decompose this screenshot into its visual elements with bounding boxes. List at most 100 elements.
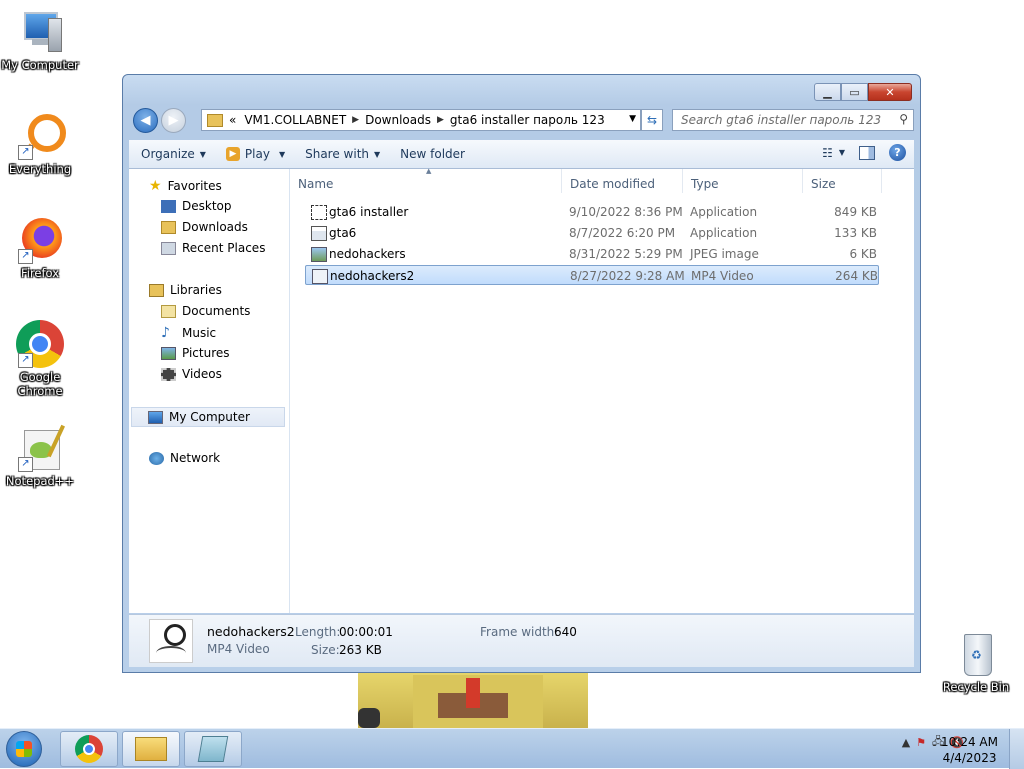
taskbar-explorer-button[interactable] xyxy=(122,731,180,767)
videos-icon xyxy=(161,367,176,381)
explorer-window[interactable]: ▁ ▭ ✕ ◀ ▶ « VM1.COLLABNET ▶ Downloads ▶ … xyxy=(122,74,921,673)
breadcrumb-separator-icon[interactable]: ▶ xyxy=(437,115,444,125)
nav-downloads[interactable]: Downloads xyxy=(161,220,248,234)
nav-music[interactable]: ♪ Music xyxy=(161,325,216,341)
desktop-icon-firefox[interactable]: ↗ Firefox xyxy=(0,216,80,280)
breadcrumb-item[interactable]: Downloads xyxy=(365,113,431,127)
column-header-label: Type xyxy=(691,177,719,191)
desktop-icon-my-computer[interactable]: My Computer xyxy=(0,8,80,72)
address-bar[interactable]: « VM1.COLLABNET ▶ Downloads ▶ gta6 insta… xyxy=(201,109,641,131)
details-pane: nedohackers2 MP4 Video Length: 00:00:01 … xyxy=(129,614,914,667)
file-name: nedohackers xyxy=(329,247,406,261)
application-icon xyxy=(311,205,327,220)
windows-logo-icon xyxy=(16,741,32,757)
breadcrumb-item[interactable]: gta6 installer пароль 123 xyxy=(450,113,605,127)
maximize-button[interactable]: ▭ xyxy=(841,83,868,101)
nav-network[interactable]: Network xyxy=(149,451,220,465)
organize-button[interactable]: Organize ▼ xyxy=(141,147,206,161)
nav-label: Network xyxy=(170,451,221,465)
share-with-label: Share with xyxy=(305,147,370,161)
nav-desktop[interactable]: Desktop xyxy=(161,199,232,213)
show-desktop-button[interactable] xyxy=(1009,729,1024,769)
desktop-icon-notepad-plus-plus[interactable]: ↗ Notepad++ xyxy=(0,424,80,488)
shortcut-arrow-icon: ↗ xyxy=(18,145,33,160)
play-label: Play xyxy=(244,147,270,161)
column-header-type[interactable]: Type xyxy=(683,169,803,193)
star-icon: ★ xyxy=(149,178,162,194)
file-row[interactable]: nedohackers 8/31/2022 5:29 PM JPEG image… xyxy=(305,244,879,264)
nav-libraries[interactable]: Libraries xyxy=(149,283,222,297)
column-header-label: Date modified xyxy=(570,177,656,191)
details-view-icon: ☷ xyxy=(822,145,833,160)
column-header-date[interactable]: Date modified xyxy=(562,169,683,193)
file-row[interactable]: gta6 installer 9/10/2022 8:36 PM Applica… xyxy=(305,202,879,222)
file-size: 6 KB xyxy=(849,247,877,261)
wallpaper-image xyxy=(358,673,588,728)
taskbar-chrome-button[interactable] xyxy=(60,731,118,767)
desktop-icon-recycle-bin[interactable]: ♻ Recycle Bin xyxy=(936,630,1016,694)
breadcrumb-separator-icon[interactable]: ▶ xyxy=(352,115,359,125)
nav-pictures[interactable]: Pictures xyxy=(161,346,230,360)
content-area: ★ Favorites Desktop Downloads Recent Plac… xyxy=(129,167,914,613)
search-input[interactable]: Search gta6 installer пароль 123 ⚲ xyxy=(672,109,914,131)
start-button[interactable] xyxy=(6,731,42,767)
back-button[interactable]: ◀ xyxy=(133,108,158,133)
nav-label: My Computer xyxy=(169,410,250,424)
close-button[interactable]: ✕ xyxy=(868,83,912,101)
desktop-icon-google-chrome[interactable]: ↗ Google Chrome xyxy=(0,320,80,398)
file-type: MP4 Video xyxy=(691,269,754,283)
nav-videos[interactable]: Videos xyxy=(161,367,222,381)
show-hidden-icons-button[interactable]: ▲ xyxy=(902,736,910,749)
chrome-icon xyxy=(75,735,103,763)
nav-documents[interactable]: Documents xyxy=(161,304,250,318)
help-icon[interactable]: ? xyxy=(889,144,906,161)
column-header-name[interactable]: Name ▲ xyxy=(290,167,562,193)
nav-label: Libraries xyxy=(170,283,222,297)
chevron-down-icon: ▼ xyxy=(278,149,286,159)
column-header-label: Size xyxy=(811,177,836,191)
details-size-value: 263 KB xyxy=(339,643,382,657)
network-globe-icon xyxy=(149,451,164,465)
breadcrumb-overflow[interactable]: « xyxy=(229,113,236,127)
desktop-icon-label: Google Chrome xyxy=(17,370,63,398)
forward-button[interactable]: ▶ xyxy=(161,108,186,133)
mp4-video-icon xyxy=(312,269,328,284)
nav-label: Recent Places xyxy=(182,241,266,255)
file-row-selected[interactable]: nedohackers2 8/27/2022 9:28 AM MP4 Video… xyxy=(305,265,879,285)
action-center-flag-icon[interactable]: ⚑ xyxy=(916,736,926,749)
address-dropdown-icon[interactable]: ▼ xyxy=(629,114,636,124)
column-header-size[interactable]: Size xyxy=(803,169,882,193)
view-options-button[interactable]: ☷ ▼ xyxy=(822,146,845,160)
notepad-plus-plus-icon: ↗ xyxy=(16,424,65,472)
minimize-button[interactable]: ▁ xyxy=(814,83,841,101)
refresh-button[interactable]: ⇆ xyxy=(641,109,663,131)
navigation-pane[interactable]: ★ Favorites Desktop Downloads Recent Plac… xyxy=(129,169,290,613)
file-name: nedohackers2 xyxy=(330,269,415,283)
folder-icon xyxy=(207,113,223,127)
preview-pane-button[interactable] xyxy=(859,145,875,160)
computer-icon xyxy=(16,8,64,56)
nav-my-computer[interactable]: My Computer xyxy=(131,407,285,427)
view-controls: ☷ ▼ ? xyxy=(822,144,906,161)
application-window-icon xyxy=(311,226,327,241)
share-with-button[interactable]: Share with ▼ xyxy=(305,147,380,161)
nav-recent-places[interactable]: Recent Places xyxy=(161,241,265,255)
taskbar-clock[interactable]: 10:24 AM 4/4/2023 xyxy=(941,734,998,766)
play-button[interactable]: ▶ Play ▼ xyxy=(225,147,286,161)
music-note-icon: ♪ xyxy=(161,325,170,341)
desktop-icon-label: Firefox xyxy=(20,266,60,280)
nav-favorites[interactable]: ★ Favorites xyxy=(149,178,222,194)
file-size: 849 KB xyxy=(834,205,877,219)
chrome-icon: ↗ xyxy=(16,320,64,368)
taskbar-notepad-button[interactable] xyxy=(184,731,242,767)
nav-label: Favorites xyxy=(167,179,222,193)
desktop-folder-icon xyxy=(161,199,176,213)
file-row[interactable]: gta6 8/7/2022 6:20 PM Application 133 KB xyxy=(305,223,879,243)
shortcut-arrow-icon: ↗ xyxy=(18,457,33,472)
new-folder-button[interactable]: New folder xyxy=(400,147,465,161)
breadcrumb-item[interactable]: VM1.COLLABNET xyxy=(244,113,346,127)
file-list[interactable]: Name ▲ Date modified Type Size gta6 inst… xyxy=(290,167,914,613)
everything-search-icon: ↗ xyxy=(16,112,66,160)
search-icon[interactable]: ⚲ xyxy=(899,112,908,126)
desktop-icon-everything[interactable]: ↗ Everything xyxy=(0,112,80,176)
